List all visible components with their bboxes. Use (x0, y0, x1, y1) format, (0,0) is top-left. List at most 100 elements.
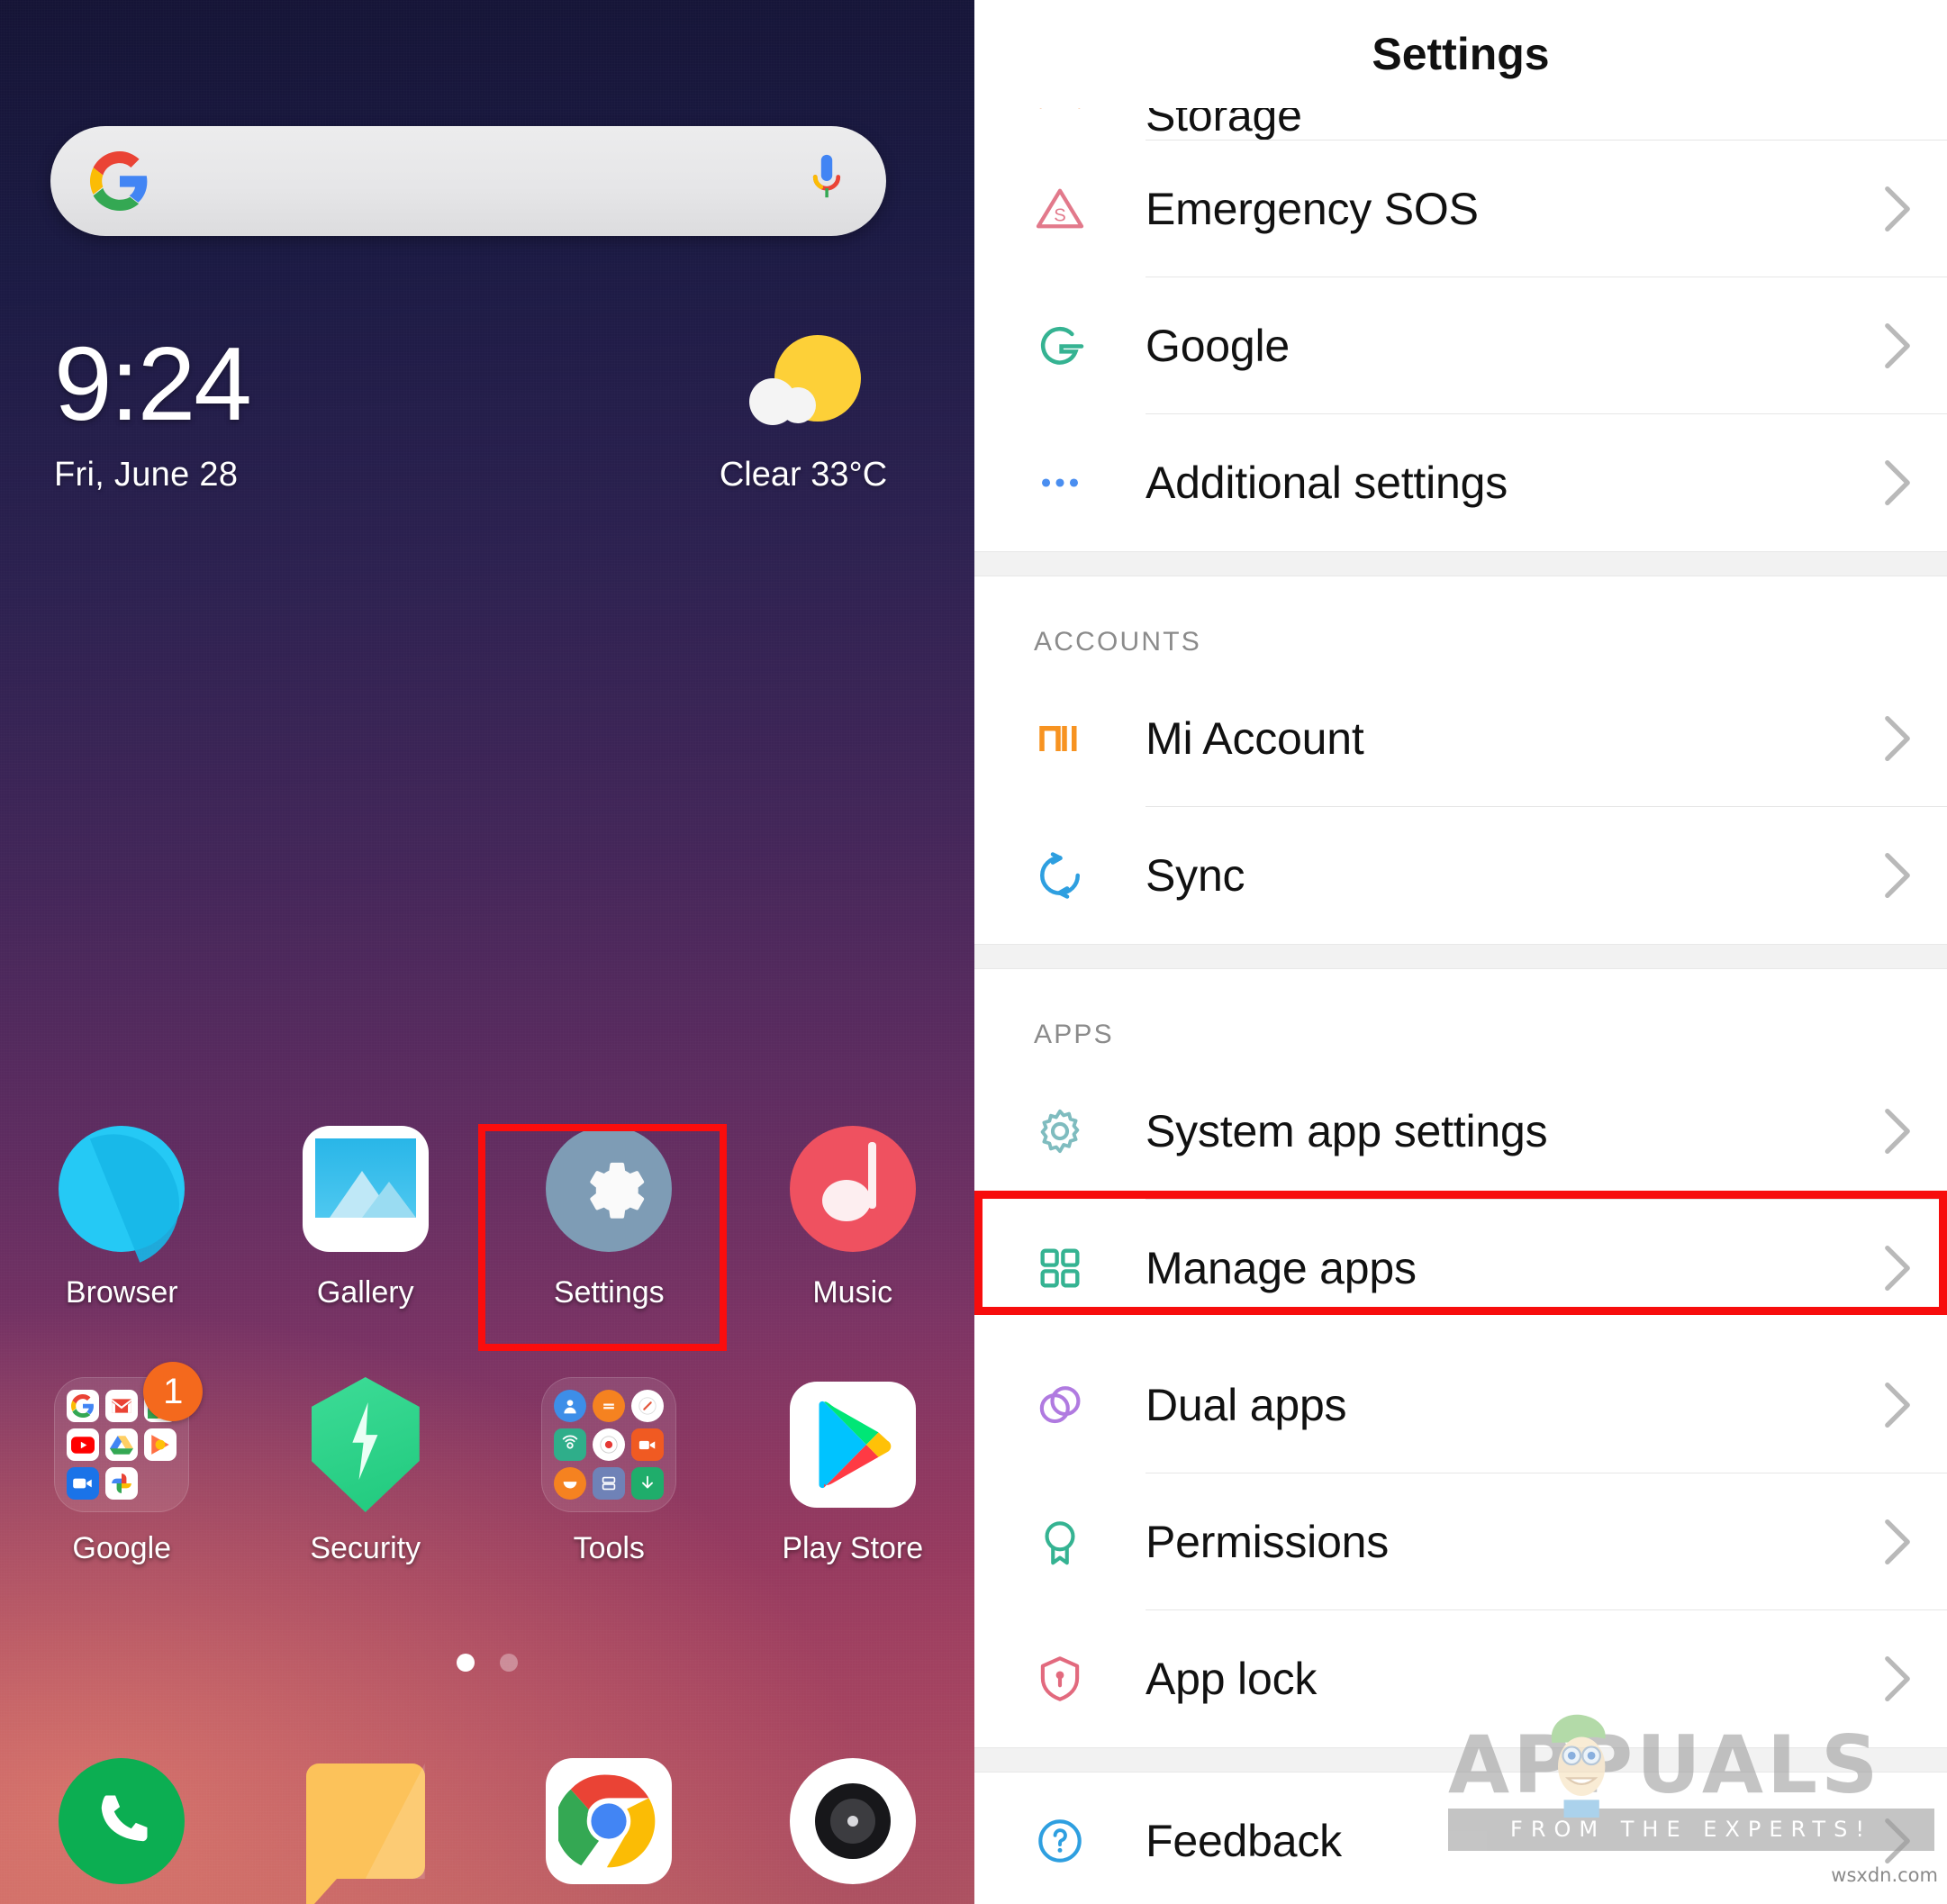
gmail-icon (105, 1390, 139, 1422)
settings-row-label: Manage apps (1146, 1243, 1417, 1293)
section-divider (974, 944, 1947, 969)
clock-date: Fri, June 28 (54, 456, 239, 494)
app-label: Gallery (316, 1275, 414, 1310)
home-dock (0, 1758, 975, 1904)
gallery-icon (297, 1120, 434, 1257)
youtube-icon (67, 1428, 100, 1461)
settings-row-label: Dual apps (1146, 1380, 1347, 1430)
google-photos-icon (105, 1467, 139, 1500)
clock-widget[interactable]: 9:24 Fri, June 28 (54, 325, 252, 494)
sync-icon (974, 847, 1146, 904)
page-title: Settings (1372, 29, 1550, 79)
google-folder-icon: 1 (53, 1362, 204, 1513)
app-play-store[interactable]: Play Store (731, 1376, 975, 1566)
dock-item-messages[interactable] (244, 1758, 488, 1904)
gear-icon (974, 1103, 1146, 1159)
settings-row-sync[interactable]: Sync (974, 807, 1947, 944)
wallpaper-texture (0, 0, 974, 1904)
settings-row-label: Permissions (1146, 1517, 1390, 1567)
app-label: Browser (65, 1275, 178, 1310)
weather-summary: Clear 33°C (719, 456, 888, 494)
dock-item-chrome[interactable] (487, 1758, 731, 1884)
chevron-right-icon (1848, 1106, 1947, 1156)
settings-row-storage[interactable]: Storage (974, 108, 1947, 141)
settings-row-label: Storage (1146, 108, 1302, 141)
chevron-right-icon (1848, 850, 1947, 901)
play-music-icon (144, 1428, 177, 1461)
settings-row-label: Mi Account (1146, 713, 1364, 764)
watermark-word: APPUALS (1448, 1718, 1882, 1811)
settings-row-label: System app settings (1146, 1106, 1548, 1156)
music-note-icon (784, 1120, 921, 1257)
settings-screen: Settings Storage S Emergency SOS Google … (974, 0, 1947, 1904)
screenshot-root: 9:24 Fri, June 28 Clear 33°C Browser Gal… (0, 0, 1947, 1904)
chrome-icon (546, 1758, 673, 1884)
grid-squares-icon (974, 1242, 1146, 1294)
app-folder-google[interactable]: 1 Google (0, 1362, 244, 1566)
google-g-logo-icon (90, 151, 148, 211)
settings-app-highlight-box (478, 1124, 727, 1351)
chevron-right-icon (1848, 1654, 1947, 1704)
settings-row-label: App lock (1146, 1654, 1318, 1704)
storage-icon (974, 108, 1146, 135)
settings-row-dual-apps[interactable]: Dual apps (974, 1337, 1947, 1473)
chevron-right-icon (1848, 184, 1947, 234)
page-dot-active[interactable] (457, 1654, 475, 1672)
chevron-right-icon (1848, 1517, 1947, 1567)
dock-item-camera[interactable] (731, 1758, 975, 1884)
app-grid-row-2: 1 Google Security Tools Play Store (0, 1362, 975, 1566)
page-dot-inactive[interactable] (500, 1654, 518, 1672)
screenshot-icon (593, 1467, 626, 1500)
phone-icon (59, 1758, 186, 1884)
mi-logo-icon (974, 712, 1146, 766)
messages-icon (305, 1763, 425, 1904)
settings-row-google[interactable]: Google (974, 277, 1947, 414)
clock-time: 9:24 (54, 325, 252, 442)
recorder-icon (593, 1428, 626, 1461)
dual-circles-icon (974, 1377, 1146, 1433)
settings-row-mi-account[interactable]: Mi Account (974, 670, 1947, 807)
app-security[interactable]: Security (244, 1376, 488, 1566)
cleaner-icon (554, 1467, 587, 1500)
app-folder-tools[interactable]: Tools (487, 1376, 731, 1566)
settings-row-label: Sync (1146, 850, 1245, 901)
app-label: Security (310, 1531, 421, 1565)
section-header-accounts: ACCOUNTS (1034, 627, 1201, 657)
google-app-icon (67, 1390, 100, 1422)
android-home-screen: 9:24 Fri, June 28 Clear 33°C Browser Gal… (0, 0, 974, 1904)
chevron-right-icon (1848, 1380, 1947, 1430)
watermark-tagline: FROM THE EXPERTS! (1448, 1809, 1934, 1851)
question-mark-icon (974, 1813, 1146, 1869)
watermark: APPUALS FROM THE EXPERTS! (1448, 1714, 1934, 1857)
settings-row-permissions[interactable]: Permissions (974, 1473, 1947, 1610)
settings-row-additional-settings[interactable]: Additional settings (974, 414, 1947, 551)
google-search-bar[interactable] (50, 126, 886, 236)
app-browser[interactable]: Browser (0, 1120, 244, 1310)
app-music[interactable]: Music (731, 1120, 975, 1310)
more-dots-icon (974, 454, 1146, 512)
ribbon-badge-icon (974, 1514, 1146, 1570)
weather-widget[interactable]: Clear 33°C (695, 335, 911, 494)
app-label: Music (812, 1275, 893, 1310)
google-duo-icon (67, 1467, 100, 1500)
settings-row-manage-apps[interactable]: Manage apps (974, 1200, 1947, 1337)
browser-icon (53, 1120, 190, 1257)
downloads-icon (631, 1467, 665, 1500)
security-shield-icon (297, 1376, 434, 1513)
microphone-icon[interactable] (807, 153, 847, 209)
app-label: Google (72, 1531, 172, 1565)
app-label: Tools (573, 1531, 645, 1565)
tools-folder-icon (540, 1376, 677, 1513)
contacts-icon (554, 1390, 587, 1422)
settings-row-system-app-settings[interactable]: System app settings (974, 1063, 1947, 1200)
mi-remote-icon (554, 1428, 587, 1461)
emergency-sos-icon: S (974, 180, 1146, 238)
chevron-right-icon (1848, 1243, 1947, 1293)
play-store-icon (784, 1376, 921, 1513)
settings-row-emergency-sos[interactable]: S Emergency SOS (974, 141, 1947, 277)
sun-behind-cloud-icon (749, 335, 861, 443)
dock-item-phone[interactable] (0, 1758, 244, 1884)
app-gallery[interactable]: Gallery (244, 1120, 488, 1310)
section-header-apps: APPS (1034, 1020, 1114, 1049)
app-lock-shield-icon (974, 1651, 1146, 1707)
